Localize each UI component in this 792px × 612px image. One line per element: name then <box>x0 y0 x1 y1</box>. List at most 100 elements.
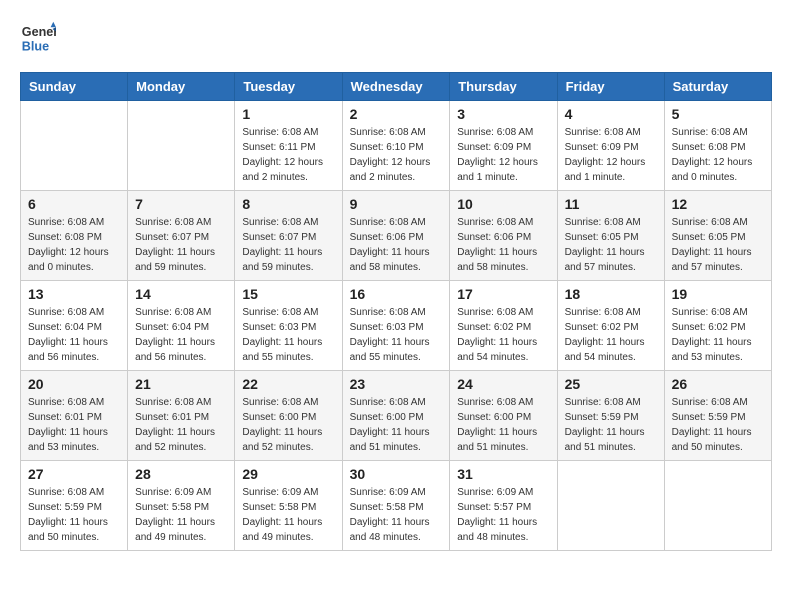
day-number: 2 <box>350 106 443 122</box>
day-detail: Sunrise: 6:08 AM Sunset: 6:04 PM Dayligh… <box>28 305 120 365</box>
calendar-cell: 13 Sunrise: 6:08 AM Sunset: 6:04 PM Dayli… <box>21 281 128 371</box>
day-number: 27 <box>28 466 120 482</box>
calendar-cell: 8Sunrise: 6:08 AM Sunset: 6:07 PM Daylig… <box>235 191 342 281</box>
page-header: General Blue <box>20 20 772 56</box>
day-detail: Sunrise: 6:08 AM Sunset: 6:00 PM Dayligh… <box>242 395 334 455</box>
day-detail: Sunrise: 6:08 AM Sunset: 6:06 PM Dayligh… <box>457 215 549 275</box>
calendar-cell: 30 Sunrise: 6:09 AM Sunset: 5:58 PM Dayli… <box>342 461 450 551</box>
day-detail: Sunrise: 6:08 AM Sunset: 5:59 PM Dayligh… <box>672 395 764 455</box>
calendar-cell: 1 Sunrise: 6:08 AM Sunset: 6:11 PM Daylig… <box>235 101 342 191</box>
calendar-cell: 23Sunrise: 6:08 AM Sunset: 6:00 PM Dayli… <box>342 371 450 461</box>
calendar-cell <box>128 101 235 191</box>
day-number: 24 <box>457 376 549 392</box>
calendar-cell: 15 Sunrise: 6:08 AM Sunset: 6:03 PM Dayli… <box>235 281 342 371</box>
calendar-cell: 17 Sunrise: 6:08 AM Sunset: 6:02 PM Dayli… <box>450 281 557 371</box>
day-number: 28 <box>135 466 227 482</box>
day-number: 11 <box>565 196 657 212</box>
calendar-week-row: 27 Sunrise: 6:08 AM Sunset: 5:59 PM Dayli… <box>21 461 772 551</box>
calendar-cell: 2 Sunrise: 6:08 AM Sunset: 6:10 PM Daylig… <box>342 101 450 191</box>
weekday-header-saturday: Saturday <box>664 73 771 101</box>
day-detail: Sunrise: 6:08 AM Sunset: 5:59 PM Dayligh… <box>565 395 657 455</box>
weekday-header-monday: Monday <box>128 73 235 101</box>
day-detail: Sunrise: 6:08 AM Sunset: 6:03 PM Dayligh… <box>350 305 443 365</box>
day-detail: Sunrise: 6:08 AM Sunset: 6:01 PM Dayligh… <box>28 395 120 455</box>
calendar-cell: 31 Sunrise: 6:09 AM Sunset: 5:57 PM Dayli… <box>450 461 557 551</box>
calendar-cell <box>557 461 664 551</box>
day-number: 8 <box>242 196 334 212</box>
day-detail: Sunrise: 6:08 AM Sunset: 6:02 PM Dayligh… <box>565 305 657 365</box>
day-number: 15 <box>242 286 334 302</box>
day-detail: Sunrise: 6:09 AM Sunset: 5:58 PM Dayligh… <box>135 485 227 545</box>
calendar-header-row: SundayMondayTuesdayWednesdayThursdayFrid… <box>21 73 772 101</box>
day-detail: Sunrise: 6:08 AM Sunset: 6:10 PM Dayligh… <box>350 125 443 185</box>
calendar-cell: 14 Sunrise: 6:08 AM Sunset: 6:04 PM Dayli… <box>128 281 235 371</box>
calendar-cell: 22 Sunrise: 6:08 AM Sunset: 6:00 PM Dayli… <box>235 371 342 461</box>
calendar-cell: 24 Sunrise: 6:08 AM Sunset: 6:00 PM Dayli… <box>450 371 557 461</box>
calendar-cell: 18 Sunrise: 6:08 AM Sunset: 6:02 PM Dayli… <box>557 281 664 371</box>
calendar-cell: 5Sunrise: 6:08 AM Sunset: 6:08 PM Daylig… <box>664 101 771 191</box>
day-number: 14 <box>135 286 227 302</box>
calendar-cell: 10 Sunrise: 6:08 AM Sunset: 6:06 PM Dayli… <box>450 191 557 281</box>
day-number: 30 <box>350 466 443 482</box>
calendar-week-row: 13 Sunrise: 6:08 AM Sunset: 6:04 PM Dayli… <box>21 281 772 371</box>
calendar-week-row: 6Sunrise: 6:08 AM Sunset: 6:08 PM Daylig… <box>21 191 772 281</box>
weekday-header-sunday: Sunday <box>21 73 128 101</box>
calendar-cell: 4Sunrise: 6:08 AM Sunset: 6:09 PM Daylig… <box>557 101 664 191</box>
calendar-cell <box>21 101 128 191</box>
day-detail: Sunrise: 6:08 AM Sunset: 6:04 PM Dayligh… <box>135 305 227 365</box>
day-number: 10 <box>457 196 549 212</box>
day-number: 9 <box>350 196 443 212</box>
day-detail: Sunrise: 6:09 AM Sunset: 5:57 PM Dayligh… <box>457 485 549 545</box>
svg-text:General: General <box>22 25 56 39</box>
day-detail: Sunrise: 6:08 AM Sunset: 6:02 PM Dayligh… <box>457 305 549 365</box>
day-number: 7 <box>135 196 227 212</box>
day-detail: Sunrise: 6:08 AM Sunset: 6:01 PM Dayligh… <box>135 395 227 455</box>
calendar-cell: 25 Sunrise: 6:08 AM Sunset: 5:59 PM Dayli… <box>557 371 664 461</box>
calendar-cell: 27 Sunrise: 6:08 AM Sunset: 5:59 PM Dayli… <box>21 461 128 551</box>
day-number: 16 <box>350 286 443 302</box>
day-number: 18 <box>565 286 657 302</box>
calendar-cell: 16 Sunrise: 6:08 AM Sunset: 6:03 PM Dayli… <box>342 281 450 371</box>
calendar-table: SundayMondayTuesdayWednesdayThursdayFrid… <box>20 72 772 551</box>
day-detail: Sunrise: 6:08 AM Sunset: 6:05 PM Dayligh… <box>565 215 657 275</box>
day-detail: Sunrise: 6:08 AM Sunset: 6:07 PM Dayligh… <box>135 215 227 275</box>
day-detail: Sunrise: 6:09 AM Sunset: 5:58 PM Dayligh… <box>350 485 443 545</box>
day-detail: Sunrise: 6:09 AM Sunset: 5:58 PM Dayligh… <box>242 485 334 545</box>
calendar-cell: 29Sunrise: 6:09 AM Sunset: 5:58 PM Dayli… <box>235 461 342 551</box>
logo-icon: General Blue <box>20 20 56 56</box>
day-number: 22 <box>242 376 334 392</box>
day-number: 19 <box>672 286 764 302</box>
calendar-cell: 6Sunrise: 6:08 AM Sunset: 6:08 PM Daylig… <box>21 191 128 281</box>
day-number: 3 <box>457 106 549 122</box>
weekday-header-thursday: Thursday <box>450 73 557 101</box>
day-number: 25 <box>565 376 657 392</box>
day-number: 20 <box>28 376 120 392</box>
day-detail: Sunrise: 6:08 AM Sunset: 6:11 PM Dayligh… <box>242 125 334 185</box>
calendar-cell: 3 Sunrise: 6:08 AM Sunset: 6:09 PM Daylig… <box>450 101 557 191</box>
day-number: 26 <box>672 376 764 392</box>
day-detail: Sunrise: 6:08 AM Sunset: 6:03 PM Dayligh… <box>242 305 334 365</box>
calendar-cell: 7 Sunrise: 6:08 AM Sunset: 6:07 PM Daylig… <box>128 191 235 281</box>
calendar-cell: 21 Sunrise: 6:08 AM Sunset: 6:01 PM Dayli… <box>128 371 235 461</box>
day-number: 5 <box>672 106 764 122</box>
calendar-cell: 11 Sunrise: 6:08 AM Sunset: 6:05 PM Dayli… <box>557 191 664 281</box>
calendar-body: 1 Sunrise: 6:08 AM Sunset: 6:11 PM Daylig… <box>21 101 772 551</box>
day-number: 17 <box>457 286 549 302</box>
weekday-header-tuesday: Tuesday <box>235 73 342 101</box>
day-detail: Sunrise: 6:08 AM Sunset: 6:06 PM Dayligh… <box>350 215 443 275</box>
weekday-header-friday: Friday <box>557 73 664 101</box>
day-detail: Sunrise: 6:08 AM Sunset: 6:09 PM Dayligh… <box>457 125 549 185</box>
day-detail: Sunrise: 6:08 AM Sunset: 5:59 PM Dayligh… <box>28 485 120 545</box>
day-number: 13 <box>28 286 120 302</box>
calendar-week-row: 1 Sunrise: 6:08 AM Sunset: 6:11 PM Daylig… <box>21 101 772 191</box>
day-number: 21 <box>135 376 227 392</box>
day-number: 4 <box>565 106 657 122</box>
calendar-cell: 28 Sunrise: 6:09 AM Sunset: 5:58 PM Dayli… <box>128 461 235 551</box>
calendar-week-row: 20 Sunrise: 6:08 AM Sunset: 6:01 PM Dayli… <box>21 371 772 461</box>
calendar-cell: 9 Sunrise: 6:08 AM Sunset: 6:06 PM Daylig… <box>342 191 450 281</box>
day-number: 1 <box>242 106 334 122</box>
day-number: 31 <box>457 466 549 482</box>
weekday-header-wednesday: Wednesday <box>342 73 450 101</box>
day-detail: Sunrise: 6:08 AM Sunset: 6:00 PM Dayligh… <box>457 395 549 455</box>
day-detail: Sunrise: 6:08 AM Sunset: 6:00 PM Dayligh… <box>350 395 443 455</box>
